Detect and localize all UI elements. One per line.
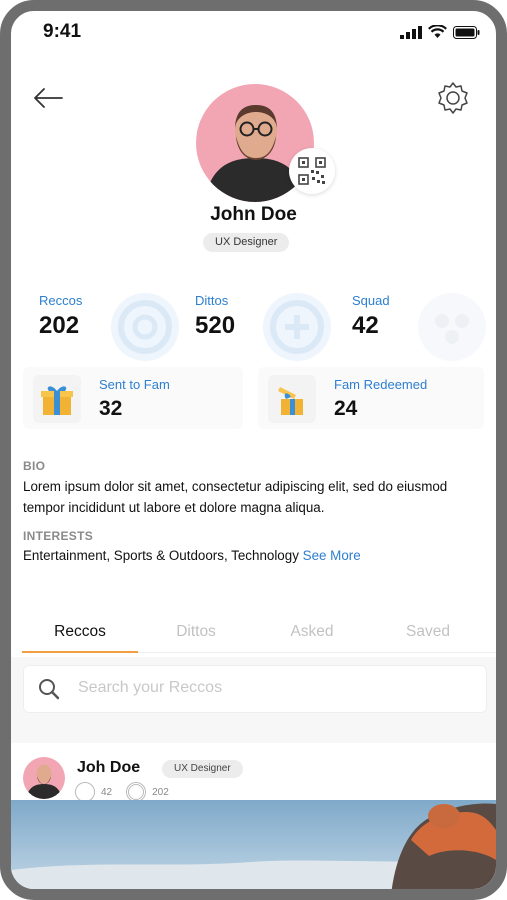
fam-value: 32 bbox=[99, 397, 123, 420]
battery-icon bbox=[453, 25, 480, 39]
stat-dittos[interactable]: Dittos 520 bbox=[195, 293, 235, 340]
interests-text: Entertainment, Sports & Outdoors, Techno… bbox=[23, 548, 361, 563]
sent-to-fam-card[interactable]: Sent to Fam 32 bbox=[23, 367, 243, 429]
dittos-watermark-icon bbox=[263, 293, 331, 361]
stat-value: 202 bbox=[39, 312, 80, 339]
fam-label: Sent to Fam bbox=[99, 377, 170, 392]
interests-heading: INTERESTS bbox=[23, 529, 94, 543]
stat-value: 42 bbox=[352, 312, 379, 339]
search-icon bbox=[39, 679, 60, 700]
post-avatar bbox=[23, 757, 65, 799]
post-author-name: Joh Doe bbox=[77, 759, 141, 776]
fam-redeemed-card[interactable]: Fam Redeemed 24 bbox=[258, 367, 484, 429]
stat-label: Reccos bbox=[39, 293, 83, 308]
tab-dittos[interactable]: Dittos bbox=[138, 623, 254, 641]
fam-value: 24 bbox=[334, 397, 358, 420]
tab-reccos[interactable]: Reccos bbox=[22, 623, 138, 641]
role-badge: UX Designer bbox=[203, 233, 290, 252]
post-photo bbox=[11, 800, 496, 889]
qr-code-button[interactable] bbox=[289, 148, 335, 194]
see-more-link[interactable]: See More bbox=[303, 548, 361, 563]
gear-icon[interactable] bbox=[435, 80, 471, 116]
post-role-badge: UX Designer bbox=[162, 760, 243, 778]
status-bar: 9:41 bbox=[11, 17, 496, 45]
stat-label: Dittos bbox=[195, 293, 229, 308]
dittos-icon bbox=[126, 782, 147, 802]
post-stat-dittos: 202 bbox=[152, 786, 169, 798]
post-stat-reccos: 42 bbox=[101, 786, 113, 798]
bio-text: Lorem ipsum dolor sit amet, consectetur … bbox=[23, 479, 448, 515]
search-placeholder: Search your Reccos bbox=[78, 679, 223, 696]
search-input[interactable]: Search your Reccos bbox=[23, 665, 487, 713]
tab-divider bbox=[138, 652, 496, 653]
tab-indicator bbox=[22, 651, 138, 653]
tab-bar: Reccos Dittos Asked Saved bbox=[11, 607, 496, 657]
qr-code-icon bbox=[298, 157, 326, 185]
status-time: 9:41 bbox=[43, 21, 82, 42]
gift-open-icon bbox=[268, 375, 316, 423]
interests-list: Entertainment, Sports & Outdoors, Techno… bbox=[23, 548, 299, 563]
stat-value: 520 bbox=[195, 312, 236, 339]
profile-name: John Doe bbox=[210, 204, 297, 225]
tab-saved[interactable]: Saved bbox=[370, 623, 486, 641]
search-section: Search your Reccos bbox=[11, 657, 496, 743]
squad-watermark-icon bbox=[418, 293, 486, 361]
wifi-icon bbox=[428, 25, 447, 38]
stat-label: Squad bbox=[352, 293, 390, 308]
stat-reccos[interactable]: Reccos 202 bbox=[39, 293, 82, 340]
stat-squad[interactable]: Squad 42 bbox=[352, 293, 390, 340]
reccos-watermark-icon bbox=[111, 293, 179, 361]
fam-label: Fam Redeemed bbox=[334, 377, 428, 392]
bio-heading: BIO bbox=[23, 459, 46, 473]
signal-icon bbox=[400, 25, 422, 39]
tab-asked[interactable]: Asked bbox=[254, 623, 370, 641]
phone-frame: 9:41 John Doe UX Designer Reccos 202 Dit… bbox=[0, 0, 507, 900]
gift-icon bbox=[33, 375, 81, 423]
post-stats: 42 202 bbox=[75, 782, 169, 802]
arrow-left-icon[interactable] bbox=[31, 83, 65, 113]
reccos-icon bbox=[75, 782, 95, 802]
